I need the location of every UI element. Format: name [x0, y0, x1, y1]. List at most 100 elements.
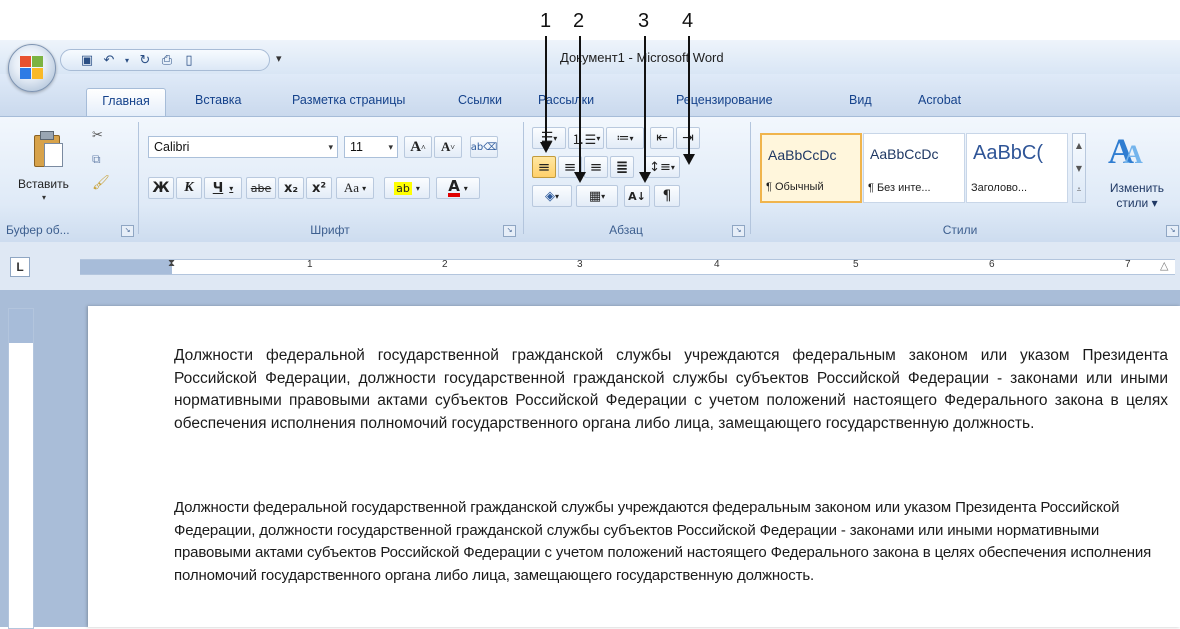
scroll-down-icon[interactable]: ▼: [1073, 157, 1085, 180]
clipboard-group-label: Буфер об...: [6, 223, 70, 237]
font-group-label: Шрифт: [310, 223, 350, 237]
clear-formatting-icon[interactable]: ab⌫: [470, 136, 498, 158]
paste-dropdown-icon[interactable]: ▾: [42, 193, 46, 202]
tab-review[interactable]: Рецензирование: [676, 93, 773, 107]
tab-insert[interactable]: Вставка: [195, 93, 241, 107]
style-sample: AaBbCcDc: [870, 146, 939, 162]
ruler-number: 2: [442, 259, 448, 270]
clipboard-launcher-icon[interactable]: ↘: [121, 225, 134, 237]
bold-button[interactable]: Ж: [148, 177, 174, 199]
style-heading-1[interactable]: AaBbC( Заголово...: [966, 133, 1068, 203]
office-button[interactable]: [8, 44, 56, 92]
styles-group-label: Стили: [942, 223, 978, 237]
undo-icon[interactable]: ↶: [101, 52, 117, 68]
new-document-icon[interactable]: ▯: [181, 52, 197, 68]
callout-arrow: [639, 36, 651, 183]
chevron-down-icon: ▾: [229, 183, 234, 193]
window-title: Документ1 - Microsoft Word: [560, 50, 724, 65]
tab-home[interactable]: Главная: [86, 88, 166, 116]
paste-button[interactable]: Вставить: [18, 177, 69, 191]
numbering-icon[interactable]: ⒈☰ ▾: [568, 127, 604, 149]
office-logo-icon: [20, 56, 44, 80]
style-normal[interactable]: AaBbCcDc ¶ Обычный: [760, 133, 862, 203]
style-sample: AaBbC(: [973, 142, 1044, 164]
separator: [138, 122, 139, 234]
tab-page-layout[interactable]: Разметка страницы: [292, 93, 405, 107]
multilevel-list-icon[interactable]: ≔ ▾: [606, 127, 644, 149]
change-styles-label: Изменить: [1109, 181, 1165, 195]
ruler-number: 1: [307, 259, 313, 270]
callout-arrow: [540, 36, 552, 153]
callout-arrow: [683, 36, 695, 165]
change-styles-icon[interactable]: AA: [1108, 130, 1143, 172]
font-size-combo[interactable]: 11 ▾: [344, 136, 398, 158]
ruler-number: 7: [1125, 259, 1131, 270]
styles-scroll[interactable]: ▲ ▼ ⩡: [1072, 133, 1086, 203]
strikethrough-button[interactable]: abe: [246, 177, 276, 199]
chevron-down-icon: ▾: [415, 183, 420, 193]
style-no-spacing[interactable]: AaBbCcDc ¶ Без инте...: [863, 133, 965, 203]
vertical-ruler[interactable]: [8, 308, 34, 629]
shrink-font-icon[interactable]: A ˅: [434, 136, 462, 158]
more-styles-icon[interactable]: ⩡: [1073, 180, 1085, 200]
undo-dropdown-icon[interactable]: ▾: [123, 52, 131, 68]
subscript-button[interactable]: x₂: [278, 177, 304, 199]
font-name-value: Calibri: [154, 140, 190, 154]
change-case-button[interactable]: Aa ▾: [336, 177, 374, 199]
font-color-button[interactable]: A ▾: [436, 177, 480, 199]
tab-references[interactable]: Ссылки: [458, 93, 502, 107]
style-sample: AaBbCcDc: [768, 147, 837, 163]
italic-button[interactable]: К: [176, 177, 202, 199]
chevron-down-icon: ▾: [388, 142, 393, 152]
scroll-up-icon[interactable]: ▲: [1073, 134, 1085, 157]
font-name-combo[interactable]: Calibri ▾: [148, 136, 338, 158]
chevron-down-icon: ▾: [328, 142, 333, 152]
save-icon[interactable]: ▣: [79, 52, 95, 68]
horizontal-ruler[interactable]: ⧗ 1 2 3 4 5 6 7 △: [80, 258, 1175, 275]
style-name: ¶ Без инте...: [868, 182, 931, 194]
document-paragraph[interactable]: Должности федеральной государственной гр…: [174, 497, 1168, 587]
change-styles-button[interactable]: Изменить стили ▾: [1097, 181, 1177, 211]
font-launcher-icon[interactable]: ↘: [503, 225, 516, 237]
font-color-label: A: [448, 177, 460, 197]
shading-icon[interactable]: ◈ ▾: [532, 185, 572, 207]
tab-view[interactable]: Вид: [849, 93, 872, 107]
tab-selector[interactable]: L: [10, 257, 30, 277]
change-case-label: Aa: [343, 180, 360, 195]
ruler-margin: [9, 309, 33, 343]
justify-icon[interactable]: ≣: [610, 156, 634, 178]
highlight-label: ab: [394, 181, 412, 195]
styles-launcher-icon[interactable]: ↘: [1166, 225, 1179, 237]
customize-toolbar-icon[interactable]: ▾: [276, 52, 282, 65]
indent-marker-icon[interactable]: ⧗: [168, 258, 175, 269]
copy-icon[interactable]: ⧉: [92, 152, 101, 167]
format-painter-icon[interactable]: 🖌: [92, 175, 110, 191]
ruler-number: 4: [714, 259, 720, 270]
document-paragraph[interactable]: Должности федеральной государственной гр…: [174, 345, 1168, 435]
separator: [750, 122, 751, 234]
callout-3: 3: [638, 10, 650, 32]
sort-icon[interactable]: A↓: [624, 185, 650, 207]
style-name: Заголово...: [971, 182, 1028, 194]
show-formatting-button[interactable]: ¶: [654, 185, 680, 207]
align-right-icon[interactable]: ≡: [584, 156, 608, 178]
callout-2: 2: [573, 10, 585, 32]
borders-icon[interactable]: ▦ ▾: [576, 185, 618, 207]
decrease-indent-icon[interactable]: ⇤: [650, 127, 674, 149]
chevron-down-icon: ▾: [362, 183, 367, 193]
callout-1: 1: [540, 10, 552, 32]
right-indent-icon[interactable]: △: [1160, 259, 1168, 272]
paste-icon[interactable]: [30, 129, 63, 167]
style-name: ¶ Обычный: [766, 181, 824, 193]
highlight-button[interactable]: ab ▾: [384, 177, 430, 199]
underline-button[interactable]: Ч ▾: [204, 177, 242, 199]
grow-font-icon[interactable]: A ˄: [404, 136, 432, 158]
superscript-button[interactable]: x²: [306, 177, 332, 199]
paragraph-launcher-icon[interactable]: ↘: [732, 225, 745, 237]
align-left-icon[interactable]: ≡: [532, 156, 556, 178]
tab-acrobat[interactable]: Acrobat: [918, 93, 961, 107]
print-icon[interactable]: ⎙: [159, 52, 175, 68]
cut-icon[interactable]: ✂: [92, 128, 103, 143]
ruler-number: 5: [853, 259, 859, 270]
redo-icon[interactable]: ↻: [137, 52, 153, 68]
